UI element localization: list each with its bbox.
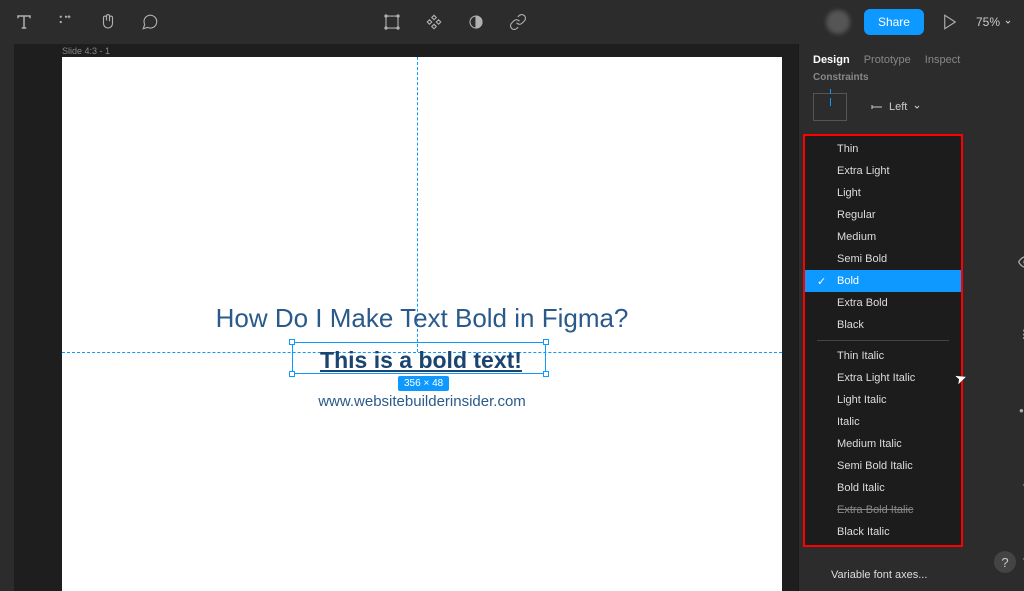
font-weight-option[interactable]: Black [805, 314, 961, 336]
component-icon[interactable] [422, 10, 446, 34]
right-panel: Design Prototype Inspect Constraints Lef… [798, 44, 1024, 591]
tab-design[interactable]: Design [813, 54, 850, 66]
link-icon[interactable] [506, 10, 530, 34]
font-weight-option[interactable]: Light [805, 182, 961, 204]
canvas-title-text[interactable]: How Do I Make Text Bold in Figma? [62, 303, 782, 334]
font-weight-option[interactable]: Extra Light [805, 160, 961, 182]
zoom-value: 75% [976, 15, 1000, 29]
top-toolbar: Share 75% [0, 0, 1024, 44]
font-weight-italic-option[interactable]: Bold Italic [805, 477, 961, 499]
font-weight-option[interactable]: Thin [805, 138, 961, 160]
font-weight-italic-option[interactable]: Extra Light Italic [805, 367, 961, 389]
font-weight-option[interactable]: Semi Bold [805, 248, 961, 270]
selection-handle-tr[interactable] [543, 339, 549, 345]
user-avatar[interactable] [826, 10, 850, 34]
selection-box[interactable] [292, 342, 546, 374]
resources-icon[interactable] [54, 10, 78, 34]
zoom-level[interactable]: 75% [976, 15, 1012, 29]
panel-tabs: Design Prototype Inspect [799, 44, 1024, 72]
text-tool-icon[interactable] [12, 10, 36, 34]
font-weight-option[interactable]: Medium [805, 226, 961, 248]
canvas-url-text[interactable]: www.websitebuilderinsider.com [62, 393, 782, 410]
constraints-label: Constraints [799, 72, 1024, 83]
slide-label: Slide 4:3 - 1 [62, 46, 110, 56]
toolbar-right-group: Share 75% [826, 9, 1012, 35]
variable-font-axes[interactable]: Variable font axes... [831, 569, 927, 581]
canvas-area[interactable]: Slide 4:3 - 1 How Do I Make Text Bold in… [14, 44, 798, 591]
font-weight-italic-option[interactable]: Italic [805, 411, 961, 433]
font-weight-italic-option[interactable]: Semi Bold Italic [805, 455, 961, 477]
add-icon-2[interactable]: + [1018, 550, 1024, 566]
constraint-horizontal[interactable]: Left [871, 101, 921, 113]
panel-side-icons: ⠿ ••• + + [1018, 254, 1024, 566]
settings-dots-icon[interactable]: ⠿ [1018, 328, 1024, 344]
main-area: Slide 4:3 - 1 How Do I Make Text Bold in… [0, 44, 1024, 591]
visibility-icon[interactable] [1018, 254, 1024, 270]
tab-inspect[interactable]: Inspect [925, 54, 960, 66]
selection-handle-br[interactable] [543, 371, 549, 377]
font-weight-italic-option[interactable]: Thin Italic [805, 345, 961, 367]
play-icon[interactable] [938, 10, 962, 34]
slide-frame[interactable]: How Do I Make Text Bold in Figma? This i… [62, 57, 782, 591]
constraint-box[interactable] [813, 93, 847, 121]
share-button[interactable]: Share [864, 9, 924, 35]
constraint-value: Left [889, 101, 907, 113]
font-weight-option[interactable]: Bold [805, 270, 961, 292]
dimensions-badge: 356 × 48 [398, 376, 449, 391]
left-rail [0, 44, 14, 591]
toolbar-left-group [12, 10, 162, 34]
selection-handle-tl[interactable] [289, 339, 295, 345]
font-weight-italic-option[interactable]: Medium Italic [805, 433, 961, 455]
more-icon[interactable]: ••• [1018, 402, 1024, 418]
font-weight-option[interactable]: Extra Bold [805, 292, 961, 314]
toolbar-center-group [380, 10, 530, 34]
font-weight-option[interactable]: Regular [805, 204, 961, 226]
font-weight-italic-option[interactable]: Extra Bold Italic [805, 499, 961, 521]
font-weight-italic-option[interactable]: Black Italic [805, 521, 961, 543]
tab-prototype[interactable]: Prototype [864, 54, 911, 66]
help-icon[interactable]: ? [994, 551, 1016, 573]
dropdown-divider [817, 340, 949, 341]
comment-icon[interactable] [138, 10, 162, 34]
constraints-row: Left [799, 83, 1024, 131]
font-weight-dropdown[interactable]: ThinExtra LightLightRegularMediumSemi Bo… [803, 134, 963, 547]
add-icon-1[interactable]: + [1018, 476, 1024, 492]
mask-icon[interactable] [464, 10, 488, 34]
font-weight-italic-option[interactable]: Light Italic [805, 389, 961, 411]
edit-object-icon[interactable] [380, 10, 404, 34]
hand-tool-icon[interactable] [96, 10, 120, 34]
selection-handle-bl[interactable] [289, 371, 295, 377]
